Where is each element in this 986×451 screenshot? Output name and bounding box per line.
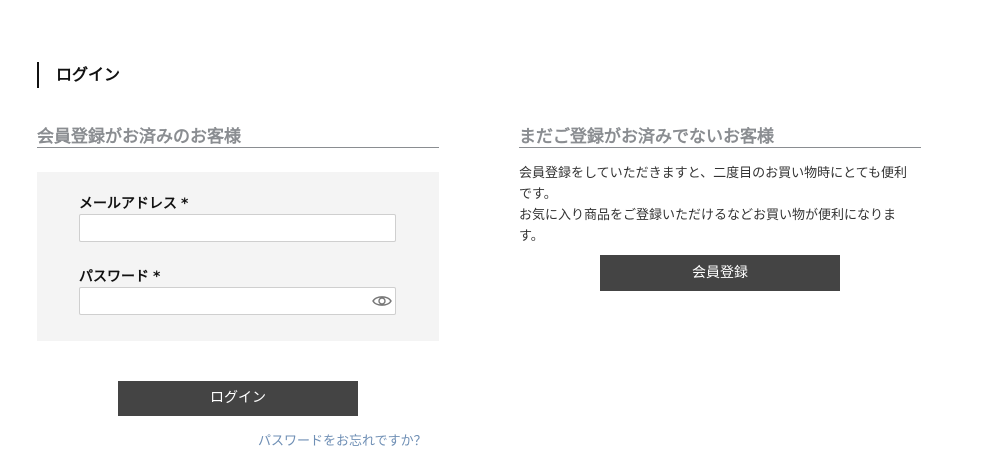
forgot-password-link[interactable]: パスワードをお忘れですか？ [258,433,427,451]
password-label: パスワード * [79,268,160,286]
login-button[interactable]: ログイン [118,381,358,416]
register-description-line-1: 会員登録をしていただきますと、二度目のお買い物時にとても便利です。 [519,166,908,202]
email-required-mark: * [181,196,189,212]
eye-icon[interactable] [372,292,392,310]
email-label: メールアドレス * [79,195,188,213]
login-form: メールアドレス * パスワード * [37,172,439,341]
register-button[interactable]: 会員登録 [600,255,840,291]
register-description-line-2: お気に入り商品をご登録いただけるなどお買い物が便利になります。 [519,208,897,244]
page-title: ログイン [37,62,120,88]
email-field[interactable] [79,214,396,242]
password-field[interactable] [79,287,396,315]
register-description: 会員登録をしていただきますと、二度目のお買い物時にとても便利です。 お気に入り商… [519,163,919,247]
email-label-text: メールアドレス [79,196,177,212]
password-required-mark: * [153,269,161,285]
password-label-text: パスワード [79,269,149,285]
member-login-title: 会員登録がお済みのお客様 [37,126,439,148]
new-customer-title: まだご登録がお済みでないお客様 [519,126,921,148]
